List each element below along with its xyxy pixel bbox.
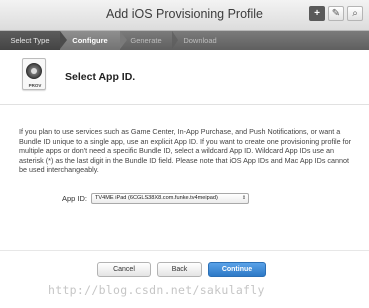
step-download: Download — [183, 36, 217, 45]
step-progress-bar: Select Type Configure Generate Download — [0, 31, 369, 50]
page-title: Select App ID. — [65, 71, 136, 83]
edit-button[interactable]: ✎ — [328, 6, 344, 21]
step-select-type: Select Type — [0, 31, 60, 50]
step-generate: Generate — [130, 36, 162, 45]
provisioning-profile-icon: PROV — [22, 58, 46, 90]
app-id-select[interactable]: TV4ME iPad (6CGLS38X8.com.funke.tv4meipa… — [91, 193, 250, 204]
footer-divider — [0, 250, 369, 251]
description-text: If you plan to use services such as Game… — [19, 127, 352, 175]
app-id-label: App ID: — [62, 194, 88, 203]
back-button[interactable]: Back — [157, 262, 202, 277]
select-arrows-icon: ⇕ — [241, 195, 247, 201]
search-icon: ⌕ — [352, 7, 358, 19]
prov-icon-label: PROV — [28, 83, 42, 88]
search-button[interactable]: ⌕ — [347, 6, 363, 21]
app-id-row: App ID: TV4ME iPad (6CGLS38X8.com.funke.… — [62, 193, 250, 204]
step-arrow-icon — [172, 31, 178, 49]
watermark-text: http://blog.csdn.net/sakulafly — [48, 283, 265, 297]
gear-badge-icon — [26, 63, 42, 79]
app-id-selected-value: TV4ME iPad (6CGLS38X8.com.funke.tv4meipa… — [95, 195, 218, 201]
step-arrow-icon — [120, 31, 127, 49]
step-arrow-icon — [60, 31, 67, 49]
toolbar-buttons: + ✎ ⌕ — [309, 6, 363, 21]
continue-button[interactable]: Continue — [208, 262, 266, 277]
plus-icon: + — [314, 7, 320, 19]
add-button[interactable]: + — [309, 6, 325, 21]
window-titlebar: Add iOS Provisioning Profile + ✎ ⌕ — [0, 0, 369, 31]
cancel-button[interactable]: Cancel — [97, 262, 151, 277]
section-header: PROV Select App ID. — [0, 50, 369, 102]
pencil-icon: ✎ — [331, 7, 341, 19]
divider — [0, 104, 369, 105]
step-configure: Configure — [60, 31, 120, 50]
